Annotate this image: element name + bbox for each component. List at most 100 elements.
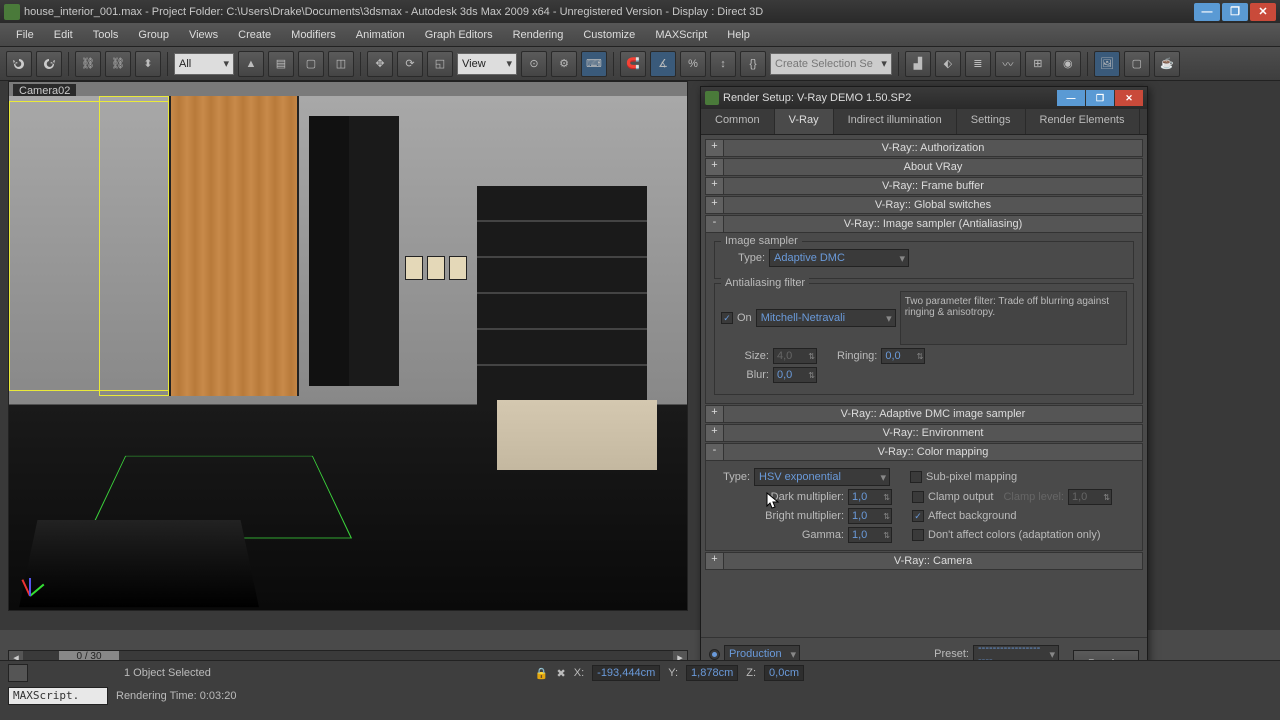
menu-views[interactable]: Views — [181, 27, 226, 43]
affect-bg-checkbox[interactable]: ✓ — [912, 510, 924, 522]
x-coord[interactable]: -193,444cm — [592, 665, 660, 681]
expand-icon[interactable]: + — [706, 159, 724, 175]
dark-spinner[interactable]: 1,0 — [848, 489, 892, 505]
window-minimize[interactable]: — — [1194, 3, 1220, 21]
menu-create[interactable]: Create — [230, 27, 279, 43]
menu-modifiers[interactable]: Modifiers — [283, 27, 344, 43]
maxscript-listener[interactable]: MAXScript. — [8, 687, 108, 705]
window-close[interactable]: ✕ — [1250, 3, 1276, 21]
production-radio[interactable] — [709, 649, 720, 660]
dialog-titlebar[interactable]: Render Setup: V-Ray DEMO 1.50.SP2 — ❐ ✕ — [701, 87, 1147, 109]
subpixel-checkbox[interactable] — [910, 471, 922, 483]
tab-settings[interactable]: Settings — [957, 109, 1026, 134]
undo-button[interactable] — [6, 51, 32, 77]
expand-icon[interactable]: + — [706, 197, 724, 213]
percent-snap-button[interactable]: % — [680, 51, 706, 77]
gamma-spinner[interactable]: 1,0 — [848, 527, 892, 543]
rollout-dmc[interactable]: +V-Ray:: Adaptive DMC image sampler — [705, 405, 1143, 423]
menu-group[interactable]: Group — [130, 27, 177, 43]
material-editor-button[interactable]: ◉ — [1055, 51, 1081, 77]
render-frame-button[interactable]: ▢ — [1124, 51, 1150, 77]
schematic-button[interactable]: ⊞ — [1025, 51, 1051, 77]
select-name-button[interactable]: ▤ — [268, 51, 294, 77]
tab-indirect[interactable]: Indirect illumination — [834, 109, 957, 134]
size-spinner[interactable]: 4,0 — [773, 348, 817, 364]
clamp-checkbox[interactable] — [912, 491, 924, 503]
cross-icon[interactable]: ✖ — [557, 667, 566, 680]
mirror-button[interactable]: ▟ — [905, 51, 931, 77]
rollout-container[interactable]: +V-Ray:: Authorization +About VRay +V-Ra… — [701, 135, 1147, 635]
snap-button[interactable]: 🧲 — [620, 51, 646, 77]
angle-snap-button[interactable]: ∡ — [650, 51, 676, 77]
ringing-spinner[interactable]: 0,0 — [881, 348, 925, 364]
edit-named-button[interactable]: {} — [740, 51, 766, 77]
selection-filter[interactable]: All — [174, 53, 234, 75]
menu-customize[interactable]: Customize — [575, 27, 643, 43]
expand-icon[interactable]: + — [706, 178, 724, 194]
cm-type-dropdown[interactable]: HSV exponential — [754, 468, 890, 486]
rollout-framebuffer[interactable]: +V-Ray:: Frame buffer — [705, 177, 1143, 195]
window-crossing-button[interactable]: ◫ — [328, 51, 354, 77]
render-setup-button[interactable]: 🖼 — [1094, 51, 1120, 77]
menu-edit[interactable]: Edit — [46, 27, 81, 43]
rollout-about[interactable]: +About VRay — [705, 158, 1143, 176]
menu-file[interactable]: File — [8, 27, 42, 43]
rollout-colormapping[interactable]: -V-Ray:: Color mapping — [705, 443, 1143, 461]
menu-tools[interactable]: Tools — [85, 27, 127, 43]
menu-rendering[interactable]: Rendering — [505, 27, 572, 43]
link-button[interactable]: ⛓ — [75, 51, 101, 77]
select-region-button[interactable]: ▢ — [298, 51, 324, 77]
expand-icon[interactable]: + — [706, 553, 724, 569]
z-coord[interactable]: 0,0cm — [764, 665, 804, 681]
tab-renderelements[interactable]: Render Elements — [1026, 109, 1140, 134]
collapse-icon[interactable]: - — [706, 444, 724, 460]
tab-common[interactable]: Common — [701, 109, 775, 134]
spinner-snap-button[interactable]: ↕ — [710, 51, 736, 77]
expand-icon[interactable]: + — [706, 406, 724, 422]
aa-filter-dropdown[interactable]: Mitchell-Netravali — [756, 309, 896, 327]
rollout-authorization[interactable]: +V-Ray:: Authorization — [705, 139, 1143, 157]
window-maximize[interactable]: ❐ — [1222, 3, 1248, 21]
keyboard-shortcut-button[interactable]: ⌨ — [581, 51, 607, 77]
rollout-environment[interactable]: +V-Ray:: Environment — [705, 424, 1143, 442]
curve-editor-button[interactable]: 〰 — [995, 51, 1021, 77]
tab-vray[interactable]: V-Ray — [775, 109, 834, 134]
render-button[interactable]: ☕ — [1154, 51, 1180, 77]
dialog-maximize[interactable]: ❐ — [1086, 90, 1114, 106]
scale-button[interactable]: ◱ — [427, 51, 453, 77]
manip-button[interactable]: ⚙ — [551, 51, 577, 77]
keymode-icon[interactable] — [8, 664, 28, 682]
dialog-close[interactable]: ✕ — [1115, 90, 1143, 106]
bright-spinner[interactable]: 1,0 — [848, 508, 892, 524]
menu-maxscript[interactable]: MAXScript — [647, 27, 715, 43]
blur-spinner[interactable]: 0,0 — [773, 367, 817, 383]
layers-button[interactable]: ≣ — [965, 51, 991, 77]
dialog-minimize[interactable]: — — [1057, 90, 1085, 106]
select-button[interactable]: ▲ — [238, 51, 264, 77]
menu-grapheditors[interactable]: Graph Editors — [417, 27, 501, 43]
rollout-globalswitches[interactable]: +V-Ray:: Global switches — [705, 196, 1143, 214]
viewport[interactable]: Camera02 — [8, 81, 688, 611]
pivot-button[interactable]: ⊙ — [521, 51, 547, 77]
menu-animation[interactable]: Animation — [348, 27, 413, 43]
wire-light-2 — [99, 96, 169, 396]
aa-on-checkbox[interactable]: ✓ — [721, 312, 733, 324]
sampler-type-dropdown[interactable]: Adaptive DMC — [769, 249, 909, 267]
collapse-icon[interactable]: - — [706, 216, 724, 232]
lock-icon[interactable]: 🔒 — [535, 667, 549, 680]
expand-icon[interactable]: + — [706, 140, 724, 156]
ref-coord-dropdown[interactable]: View — [457, 53, 517, 75]
unlink-button[interactable]: ⛓ — [105, 51, 131, 77]
bind-button[interactable]: ⬍ — [135, 51, 161, 77]
expand-icon[interactable]: + — [706, 425, 724, 441]
redo-button[interactable] — [36, 51, 62, 77]
dont-affect-checkbox[interactable] — [912, 529, 924, 541]
rollout-camera[interactable]: +V-Ray:: Camera — [705, 552, 1143, 570]
named-selection-dropdown[interactable]: Create Selection Se — [770, 53, 892, 75]
rollout-imagesampler[interactable]: -V-Ray:: Image sampler (Antialiasing) — [705, 215, 1143, 233]
move-button[interactable]: ✥ — [367, 51, 393, 77]
rotate-button[interactable]: ⟳ — [397, 51, 423, 77]
menu-help[interactable]: Help — [719, 27, 758, 43]
y-coord[interactable]: 1,878cm — [686, 665, 738, 681]
align-button[interactable]: ⬖ — [935, 51, 961, 77]
